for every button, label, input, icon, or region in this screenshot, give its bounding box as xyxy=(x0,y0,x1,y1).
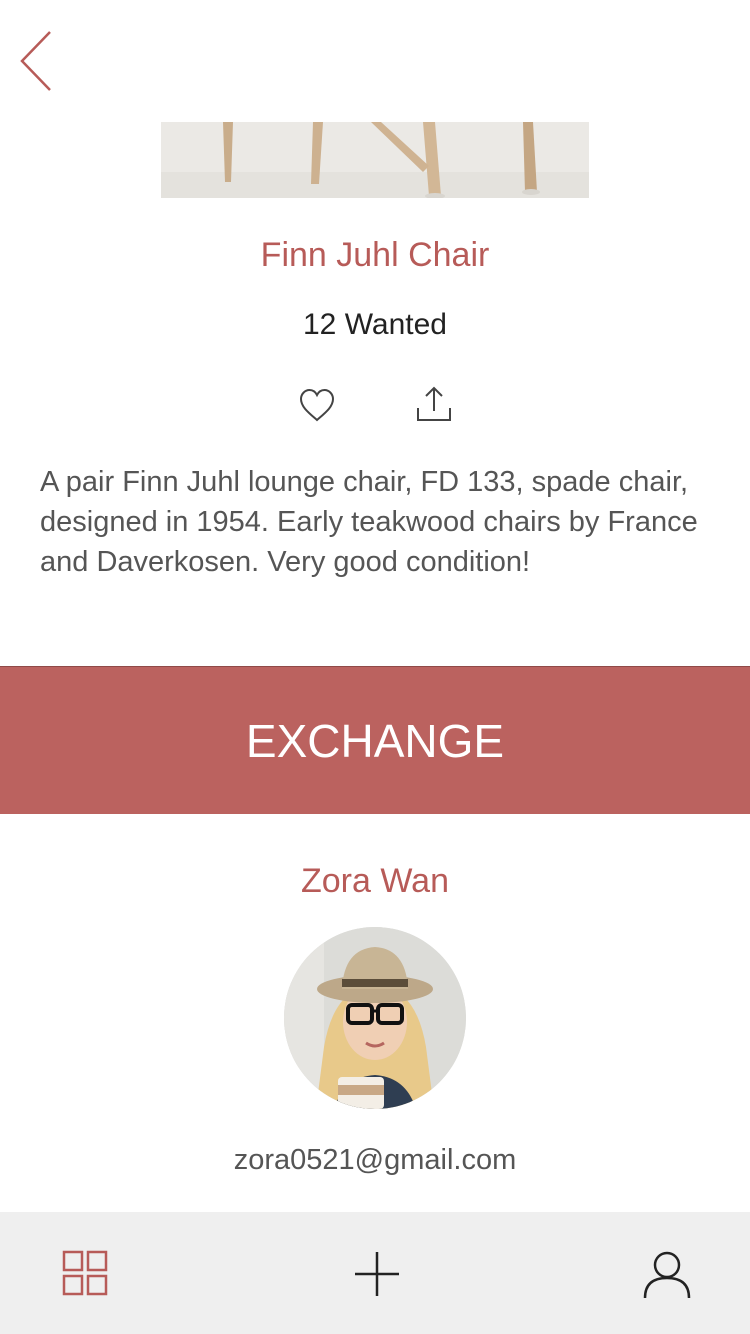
seller-avatar-image xyxy=(284,927,466,1109)
seller-email[interactable]: zora0521@gmail.com xyxy=(0,1144,750,1177)
favorite-button[interactable] xyxy=(297,386,337,426)
user-icon xyxy=(643,1251,691,1299)
grid-icon xyxy=(62,1250,108,1296)
tab-profile[interactable] xyxy=(641,1248,693,1300)
chair-legs-image xyxy=(161,122,589,198)
product-title: Finn Juhl Chair xyxy=(260,236,490,274)
heart-icon xyxy=(299,388,335,422)
plus-icon xyxy=(355,1252,399,1296)
wanted-count: 12 Wanted xyxy=(303,308,447,341)
share-button[interactable] xyxy=(414,384,454,424)
product-image xyxy=(161,122,589,198)
back-button[interactable] xyxy=(14,26,58,96)
exchange-button[interactable]: EXCHANGE xyxy=(0,666,750,814)
share-icon xyxy=(417,386,451,421)
tab-add[interactable] xyxy=(351,1248,403,1300)
tab-browse[interactable] xyxy=(60,1248,112,1300)
tab-bar xyxy=(0,1212,750,1334)
avatar[interactable] xyxy=(284,927,466,1109)
seller-name[interactable]: Zora Wan xyxy=(0,862,750,901)
product-description: A pair Finn Juhl lounge chair, FD 133, s… xyxy=(40,466,698,578)
chevron-left-icon xyxy=(20,31,51,91)
